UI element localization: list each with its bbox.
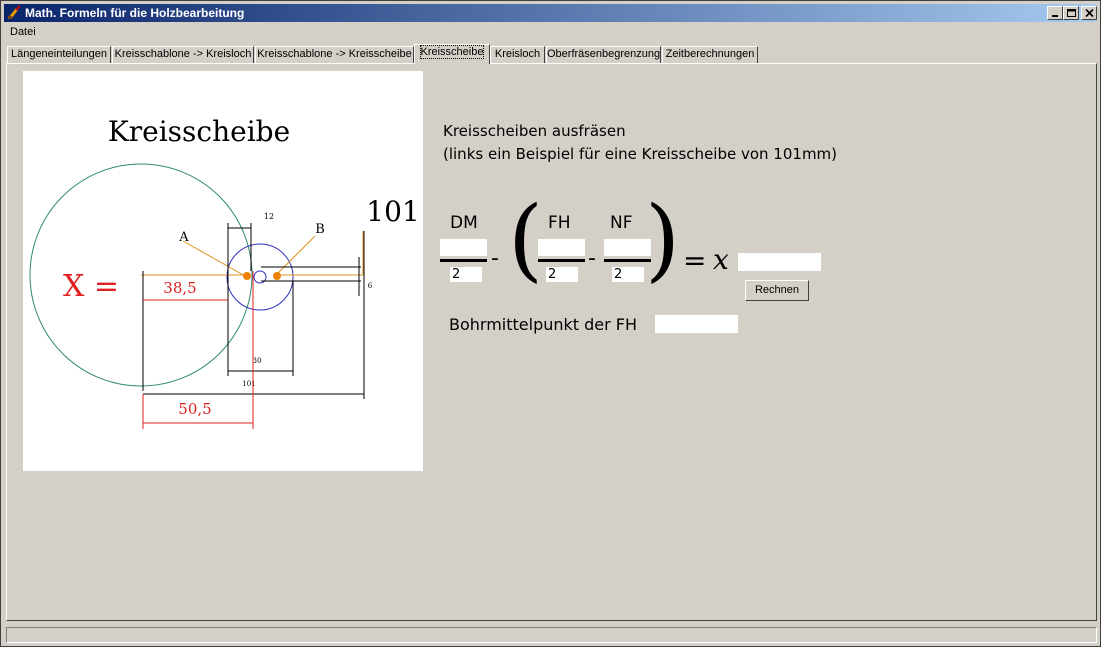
tab-strip: Längeneinteilungen Kreisschablone -> Kre… <box>7 44 1097 64</box>
equals-sign: = <box>683 244 707 277</box>
dm-denominator: 2 <box>450 267 482 282</box>
bohrmittelpunkt-label: Bohrmittelpunkt der FH <box>449 315 638 334</box>
fh-denominator: 2 <box>546 267 578 282</box>
minus-sign-2: - <box>588 246 596 271</box>
tab-label: Zeitberechnungen <box>665 48 755 60</box>
tab-label: Kreisschablone -> Kreisscheibe <box>257 48 412 60</box>
dim-red-top: 38,5 <box>163 279 196 297</box>
title-bar[interactable]: Math. Formeln für die Holzbearbeitung <box>4 4 1097 22</box>
dm-label: DM <box>450 213 478 233</box>
tab-label: Kreisloch <box>494 48 541 60</box>
nf-denominator: 2 <box>612 267 644 282</box>
minus-sign-1: - <box>491 246 499 271</box>
maximize-icon <box>1067 9 1076 17</box>
main-window: Math. Formeln für die Holzbearbeitung Da… <box>0 0 1101 647</box>
tab-oberfraesenbegrenzung[interactable]: Oberfräsenbegrenzung <box>546 46 661 63</box>
marker-a: A <box>178 230 189 245</box>
fh-fraction-bar <box>538 259 585 262</box>
minimize-button[interactable] <box>1047 6 1063 20</box>
right-paren: ) <box>645 187 681 292</box>
kreisscheibe-diagram: Kreisscheibe 101 A B 12 6 X = 38,5 30 10… <box>29 115 420 429</box>
dim-30: 30 <box>253 357 262 365</box>
heading-line2: (links ein Beispiel für eine Kreisscheib… <box>443 145 838 163</box>
tab-kreisschablone-kreisscheibe[interactable]: Kreisschablone -> Kreisscheibe <box>255 46 414 63</box>
dm-fraction-bar <box>440 259 487 262</box>
dm-input[interactable] <box>440 239 487 256</box>
tab-kreisscheibe[interactable]: Kreisscheibe <box>414 44 490 64</box>
status-bar <box>6 627 1097 643</box>
diagram-title: Kreisscheibe <box>108 115 290 148</box>
dim-red-bottom: 50,5 <box>178 400 211 418</box>
dim-top: 12 <box>264 212 274 221</box>
tab-label: Kreisscheibe <box>419 45 485 59</box>
result-input[interactable] <box>738 253 821 271</box>
nf-label: NF <box>610 213 633 233</box>
fh-input[interactable] <box>538 239 585 256</box>
fh-label: FH <box>548 213 571 233</box>
tab-kreisschablone-kreisloch[interactable]: Kreisschablone -> Kreisloch <box>112 46 254 63</box>
point-b-dot <box>273 272 281 280</box>
maximize-button[interactable] <box>1063 6 1079 20</box>
tab-kreisloch[interactable]: Kreisloch <box>490 46 545 63</box>
tab-zeitberechnungen[interactable]: Zeitberechnungen <box>662 46 758 63</box>
close-button[interactable] <box>1081 6 1097 20</box>
nf-fraction-bar <box>604 259 651 262</box>
tab-label: Oberfräsenbegrenzung <box>547 48 661 60</box>
menu-datei[interactable]: Datei <box>10 26 36 38</box>
bohrmittelpunkt-input[interactable] <box>655 315 738 333</box>
x-label: X = <box>63 269 119 304</box>
minimize-icon <box>1052 15 1058 17</box>
point-a-dot <box>243 272 251 280</box>
router-circle <box>226 243 294 311</box>
heading-line1: Kreisscheiben ausfräsen <box>443 122 626 140</box>
marker-b: B <box>315 222 325 237</box>
diagram-diameter-label: 101 <box>366 195 419 228</box>
nf-input[interactable] <box>604 239 651 256</box>
app-icon <box>7 5 22 20</box>
rechnen-button[interactable]: Rechnen <box>745 280 809 301</box>
close-icon <box>1085 9 1094 18</box>
x-symbol: x <box>713 243 729 276</box>
tab-label: Kreisschablone -> Kreisloch <box>114 48 252 60</box>
dim-101: 101 <box>242 380 255 388</box>
diagram-image: Kreisscheibe 101 A B 12 6 X = 38,5 30 10… <box>23 71 423 471</box>
window-title: Math. Formeln für die Holzbearbeitung <box>25 6 245 20</box>
tab-label: Längeneinteilungen <box>10 48 108 60</box>
tab-laengeneinteilungen[interactable]: Längeneinteilungen <box>7 46 111 63</box>
dim-side: 6 <box>368 282 373 290</box>
